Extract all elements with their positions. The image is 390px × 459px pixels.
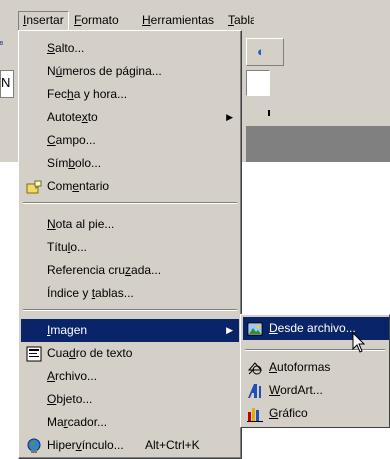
- submenu-arrow-icon: ▶: [226, 112, 233, 122]
- menu-item-autotexto[interactable]: Autotexto ▶: [21, 106, 239, 129]
- picture-file-icon: [247, 321, 263, 337]
- insert-menu: Salto... Números de página... Fecha y ho…: [18, 30, 242, 459]
- menu-item-salto[interactable]: Salto...: [21, 37, 239, 60]
- menu-item-label: Nota al pie...: [47, 217, 115, 231]
- menu-item-label: Archivo...: [47, 369, 98, 383]
- menu-item-campo[interactable]: Campo...: [21, 129, 239, 152]
- menu-item-simbolo[interactable]: Símbolo...: [21, 152, 239, 175]
- menu-item-objeto[interactable]: Objeto...: [21, 388, 239, 411]
- autoshapes-icon: [247, 360, 263, 376]
- menu-item-marcador[interactable]: Marcador...: [21, 411, 239, 434]
- menu-item-fecha-hora[interactable]: Fecha y hora...: [21, 83, 239, 106]
- menu-item-label: Referencia cruzada...: [47, 263, 162, 277]
- menu-tabla[interactable]: Tabla: [228, 11, 254, 29]
- menu-item-hipervinculo[interactable]: Hipervínculo... Alt+Ctrl+K: [21, 434, 239, 457]
- menu-formato[interactable]: Formato: [70, 11, 123, 29]
- menu-item-label: Autotexto: [47, 110, 98, 124]
- menu-item-label: Fecha y hora...: [47, 87, 128, 101]
- menu-item-label: Hipervínculo...: [47, 438, 124, 452]
- wordart-icon: [247, 383, 263, 399]
- menu-item-label: Imagen: [47, 323, 88, 337]
- mouse-pointer-icon: [352, 332, 366, 353]
- submenu-item-wordart[interactable]: WordArt...: [243, 379, 389, 402]
- menu-item-label: Comentario: [47, 179, 110, 193]
- submenu-item-label: Autoformas: [269, 360, 331, 374]
- submenu-item-label: Gráfico: [269, 406, 308, 420]
- menu-item-label: Índice y tablas...: [47, 286, 134, 300]
- toolbar-fragment: ᴮ: [0, 40, 12, 60]
- globe-icon: ◐: [257, 44, 265, 59]
- menu-insertar[interactable]: Insertar: [18, 11, 69, 31]
- shortcut-label: Alt+Ctrl+K: [145, 438, 200, 452]
- textbox-icon: [26, 346, 42, 362]
- menu-item-cuadro-texto[interactable]: Cuadro de texto: [21, 342, 239, 365]
- comment-icon: [26, 179, 42, 195]
- menu-item-label: Cuadro de texto: [47, 346, 133, 360]
- submenu-item-autoformas[interactable]: Autoformas: [243, 356, 389, 379]
- menu-item-indice-tablas[interactable]: Índice y tablas...: [21, 282, 239, 305]
- workspace-gray: [246, 126, 390, 162]
- menu-item-label: Símbolo...: [47, 156, 102, 170]
- chart-icon: [247, 406, 263, 422]
- submenu-item-label: WordArt...: [269, 383, 323, 397]
- menu-item-nota-pie[interactable]: Nota al pie...: [21, 213, 239, 236]
- menu-bar: Insertar Formato Herramientas Tabla: [0, 8, 390, 32]
- menu-herramientas[interactable]: Herramientas: [138, 11, 218, 29]
- submenu-item-label: Desde archivo...: [269, 321, 356, 335]
- submenu-arrow-icon: ▶: [226, 325, 233, 335]
- menu-item-label: Título...: [47, 240, 88, 254]
- menu-separator: [23, 202, 237, 204]
- menu-item-imagen[interactable]: Imagen ▶: [21, 319, 239, 342]
- menu-item-label: Números de página...: [47, 64, 162, 78]
- menu-item-label: Campo...: [47, 133, 96, 147]
- menu-item-label: Marcador...: [47, 415, 108, 429]
- hyperlink-globe-icon: [26, 438, 42, 454]
- menu-item-comentario[interactable]: Comentario: [21, 175, 239, 198]
- menu-separator: [23, 309, 237, 311]
- font-box-fragment: N: [0, 70, 14, 98]
- submenu-item-grafico[interactable]: Gráfico: [243, 402, 389, 425]
- ruler-fragment: [246, 100, 390, 122]
- menu-item-referencia-cruzada[interactable]: Referencia cruzada...: [21, 259, 239, 282]
- format-box-fragment[interactable]: [246, 70, 270, 96]
- menu-item-label: Salto...: [47, 41, 85, 55]
- menu-item-label: Objeto...: [47, 392, 93, 406]
- menu-item-numeros-pagina[interactable]: Números de página...: [21, 60, 239, 83]
- font-box-text: N: [1, 75, 11, 90]
- web-toolbar-button[interactable]: ◐: [246, 38, 284, 66]
- menu-item-titulo[interactable]: Título...: [21, 236, 239, 259]
- toolbar-fragment: [0, 108, 8, 120]
- menu-item-archivo[interactable]: Archivo...: [21, 365, 239, 388]
